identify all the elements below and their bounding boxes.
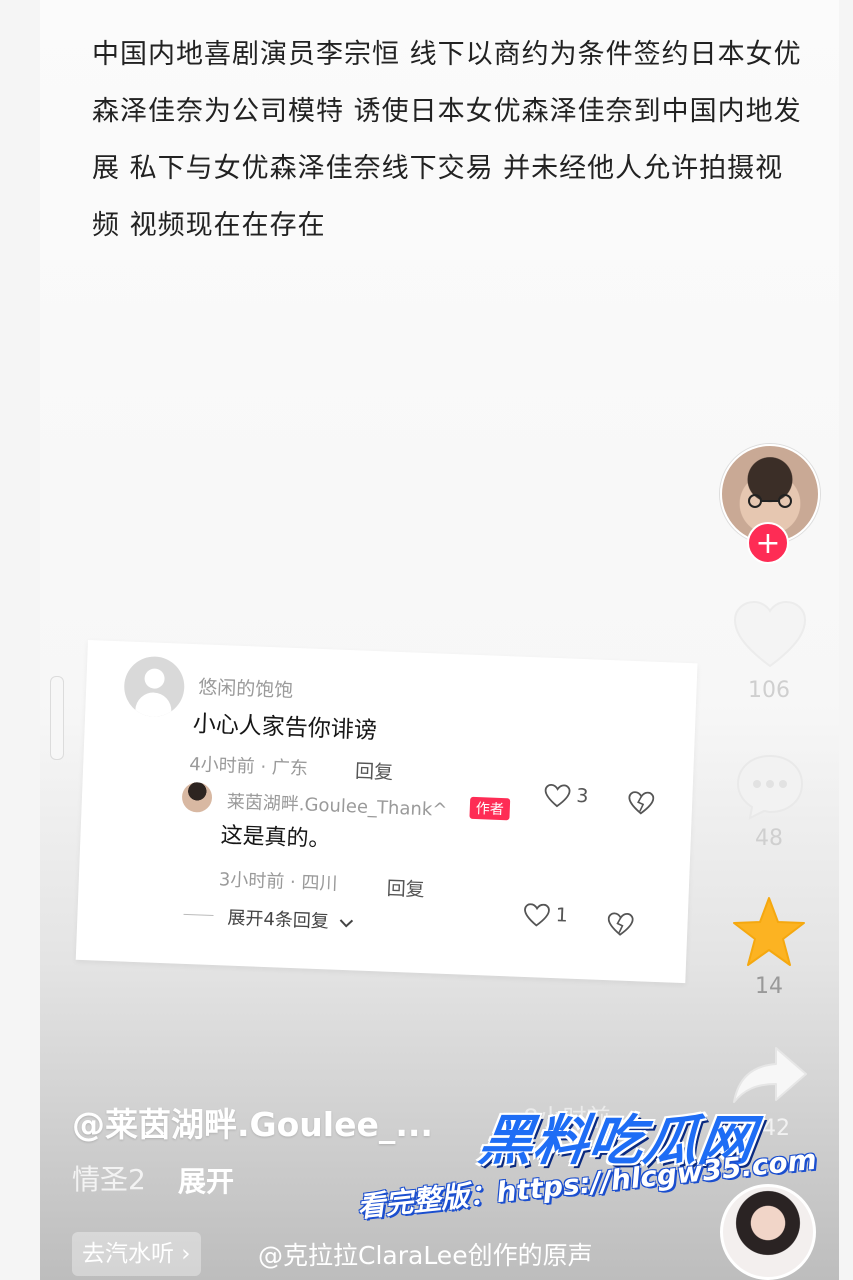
reply-dislike-icon[interactable] <box>607 912 634 937</box>
comment-text: 小心人家告你诽谤 <box>192 711 378 745</box>
comment-meta: 4小时前 · 广东 <box>188 753 309 780</box>
reply-text: 这是真的。 <box>220 823 331 853</box>
favorite-star-icon[interactable] <box>732 896 806 968</box>
like-heart-icon[interactable] <box>733 600 807 670</box>
author-name[interactable]: @莱茵湖畔.Goulee_... <box>72 1098 433 1146</box>
reply-username[interactable]: 莱茵湖畔.Goulee_Thank^ <box>226 787 447 821</box>
music-disc-avatar[interactable] <box>720 1184 816 1280</box>
music-title[interactable]: @克拉拉ClaraLee创作的原声 <box>258 1236 593 1272</box>
comment-dislike-icon[interactable] <box>628 791 655 816</box>
favorite-count: 14 <box>755 974 783 999</box>
expand-replies-label: 展开4条回复 <box>227 907 330 933</box>
expand-divider <box>183 913 214 917</box>
post-text: 中国内地喜剧演员李宗恒 线下以商约为条件签约日本女优森泽佳奈为公司模特 诱使日本… <box>92 39 802 241</box>
comment-like-count: 3 <box>575 784 589 808</box>
chevron-down-icon <box>339 919 354 928</box>
music-app-chip[interactable]: 去汽水听 › <box>72 1232 201 1276</box>
glasses-icon <box>748 494 792 508</box>
comment-card: 悠闲的饱饱 小心人家告你诽谤 4小时前 · 广东 回复 3 莱茵湖畔.Goule… <box>75 640 698 984</box>
like-count: 106 <box>748 678 790 703</box>
expand-description-button[interactable]: 展开 <box>178 1160 234 1200</box>
left-edge <box>0 0 40 1280</box>
reply-like-icon[interactable] <box>523 903 550 928</box>
comment-like-icon[interactable] <box>544 783 571 809</box>
reply-reply-button[interactable]: 回复 <box>386 874 425 902</box>
reply-meta: 3小时前 · 四川 <box>218 869 338 895</box>
commenter-avatar[interactable] <box>123 655 186 718</box>
right-edge <box>839 0 853 1280</box>
video-feed-screen: 中国内地喜剧演员李宗恒 线下以商约为条件签约日本女优森泽佳奈为公司模特 诱使日本… <box>0 0 853 1280</box>
comment-username[interactable]: 悠闲的饱饱 <box>198 672 294 703</box>
scroll-indicator[interactable] <box>50 676 64 760</box>
video-description: 情圣2 <box>72 1163 146 1196</box>
comment-bubble-icon[interactable] <box>734 752 806 820</box>
reply-like-count: 1 <box>555 904 569 927</box>
comment-reply-button[interactable]: 回复 <box>355 756 394 784</box>
expand-replies-button[interactable]: 展开4条回复 <box>227 904 355 935</box>
author-badge: 作者 <box>469 796 511 821</box>
comment-count: 48 <box>755 826 783 851</box>
follow-button[interactable]: + <box>747 522 789 564</box>
reply-avatar[interactable] <box>181 781 213 813</box>
